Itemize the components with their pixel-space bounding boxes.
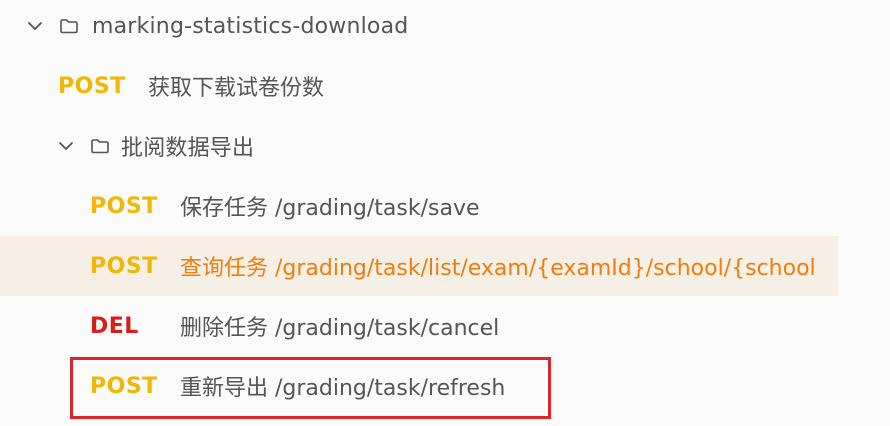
method-badge: POST (58, 73, 126, 99)
endpoint-row-cancel[interactable]: DEL 删除任务 /grading/task/cancel (0, 296, 838, 356)
scroll-edge (878, 0, 890, 426)
folder-icon (89, 135, 111, 157)
endpoint-row-save[interactable]: POST 保存任务 /grading/task/save (0, 176, 838, 236)
folder-icon (58, 15, 80, 37)
folder-label: 批阅数据导出 (121, 136, 255, 161)
endpoint-row-list[interactable]: POST 查询任务 /grading/task/list/exam/{examI… (0, 236, 838, 296)
folder-label: marking-statistics-download (92, 13, 409, 39)
method-badge: POST (90, 193, 158, 219)
endpoint-name: 查询任务 /grading/task/list/exam/{examId}/sc… (180, 256, 816, 281)
method-badge: POST (90, 253, 158, 279)
api-tree: marking-statistics-download POST 获取下载试卷份… (0, 0, 890, 426)
folder-row-grading-export[interactable]: 批阅数据导出 (0, 116, 838, 176)
chevron-down-icon[interactable] (24, 15, 46, 37)
endpoint-name: 重新导出 /grading/task/refresh (180, 376, 506, 401)
method-badge: POST (90, 373, 158, 399)
endpoint-row-root[interactable]: POST 获取下载试卷份数 (0, 56, 838, 116)
chevron-down-icon[interactable] (55, 135, 77, 157)
endpoint-name: 获取下载试卷份数 (148, 76, 325, 101)
method-badge: DEL (90, 313, 139, 339)
endpoint-name: 删除任务 /grading/task/cancel (180, 316, 500, 341)
endpoint-name: 保存任务 /grading/task/save (180, 196, 480, 221)
folder-row-marking-statistics-download[interactable]: marking-statistics-download (0, 0, 838, 56)
endpoint-row-refresh[interactable]: POST 重新导出 /grading/task/refresh (0, 356, 838, 416)
